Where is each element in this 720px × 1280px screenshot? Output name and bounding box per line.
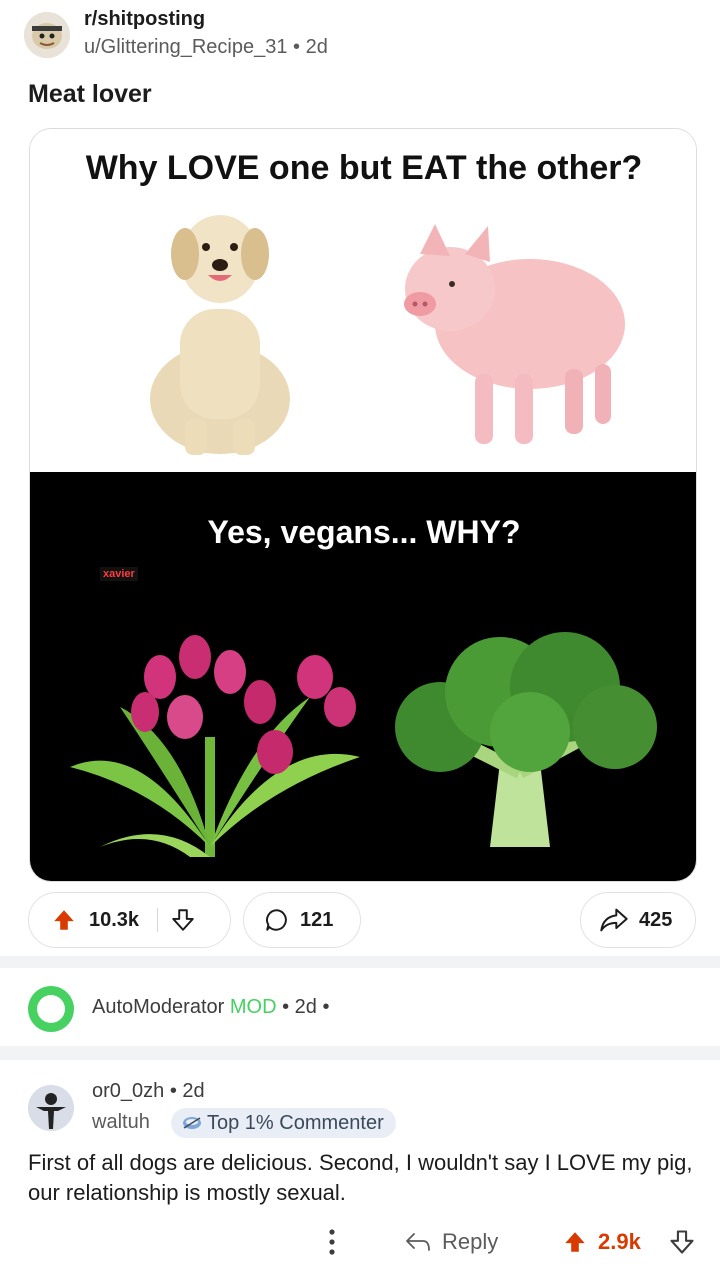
upvote-icon[interactable]: [562, 1229, 588, 1255]
post-image[interactable]: Why LOVE one but EAT the other? Yes, veg…: [29, 128, 697, 882]
comment-age: 2d: [182, 1080, 205, 1102]
comment-author[interactable]: or0_0zh: [92, 1080, 164, 1102]
downvote-icon[interactable]: [668, 1228, 696, 1261]
automod-name[interactable]: AutoModerator: [92, 996, 224, 1018]
comment-vote-count: 2.9k: [598, 1229, 641, 1254]
share-button[interactable]: 425: [580, 892, 696, 948]
post-vote-count: 10.3k: [89, 908, 140, 931]
comment-icon: [264, 907, 290, 933]
dog-image: [150, 215, 290, 455]
meme-question-top: Why LOVE one but EAT the other?: [85, 149, 643, 187]
post-title[interactable]: Meat lover: [28, 80, 152, 109]
comment-vote-group: 2.9k: [562, 1226, 641, 1258]
post-vote-group: 10.3k: [28, 892, 231, 948]
meme-question-bottom: Yes, vegans... WHY?: [207, 514, 521, 550]
share-count: 425: [639, 908, 673, 931]
reply-label: Reply: [442, 1229, 499, 1254]
share-icon: [599, 907, 629, 933]
meta-separator: •: [293, 36, 306, 58]
post-author[interactable]: u/Glittering_Recipe_31: [84, 36, 287, 58]
automod-age: 2d: [294, 996, 317, 1018]
post-header: r/shitposting u/Glittering_Recipe_31 • 2…: [24, 8, 696, 58]
mod-badge: MOD: [229, 996, 277, 1018]
tulips-image: [70, 635, 360, 857]
user-flair: waltuh: [92, 1111, 150, 1133]
more-options-icon[interactable]: [322, 1226, 342, 1258]
pig-image: [404, 224, 625, 444]
meme-top-panel: Why LOVE one but EAT the other?: [30, 129, 696, 472]
comments-button[interactable]: 121: [243, 892, 361, 948]
comment-body: First of all dogs are delicious. Second,…: [28, 1150, 693, 1205]
post-age: 2d: [305, 36, 328, 58]
subreddit-name[interactable]: r/shitposting: [84, 8, 205, 31]
upvote-icon[interactable]: [51, 907, 77, 933]
achievement-label: Top 1% Commenter: [207, 1111, 384, 1134]
meta-separator: •: [322, 996, 330, 1018]
automod-header: AutoModerator MOD • 2d •: [92, 996, 329, 1019]
comment-meta: or0_0zh • 2d: [92, 1080, 205, 1103]
reply-button[interactable]: Reply: [404, 1226, 498, 1258]
comment-actions: Reply 2.9k: [0, 1222, 720, 1262]
reply-icon: [404, 1230, 432, 1254]
meme-watermark: xavier: [100, 567, 138, 581]
meta-separator: •: [282, 996, 295, 1018]
post-meta: u/Glittering_Recipe_31 • 2d: [84, 36, 328, 59]
meme-bottom-panel: Yes, vegans... WHY? xavier: [30, 472, 696, 881]
broccoli-image: [395, 632, 657, 847]
achievement-badge[interactable]: Top 1% Commenter: [171, 1108, 396, 1138]
vote-divider: [157, 908, 159, 932]
meta-separator: •: [169, 1080, 183, 1102]
section-divider: [0, 956, 720, 968]
comment-count: 121: [300, 908, 334, 931]
automod-avatar[interactable]: [28, 986, 74, 1032]
downvote-icon[interactable]: [170, 907, 196, 933]
section-divider: [0, 1046, 720, 1060]
commenter-avatar[interactable]: [28, 1085, 74, 1131]
subreddit-avatar[interactable]: [24, 12, 70, 58]
badge-icon: [181, 1114, 203, 1132]
